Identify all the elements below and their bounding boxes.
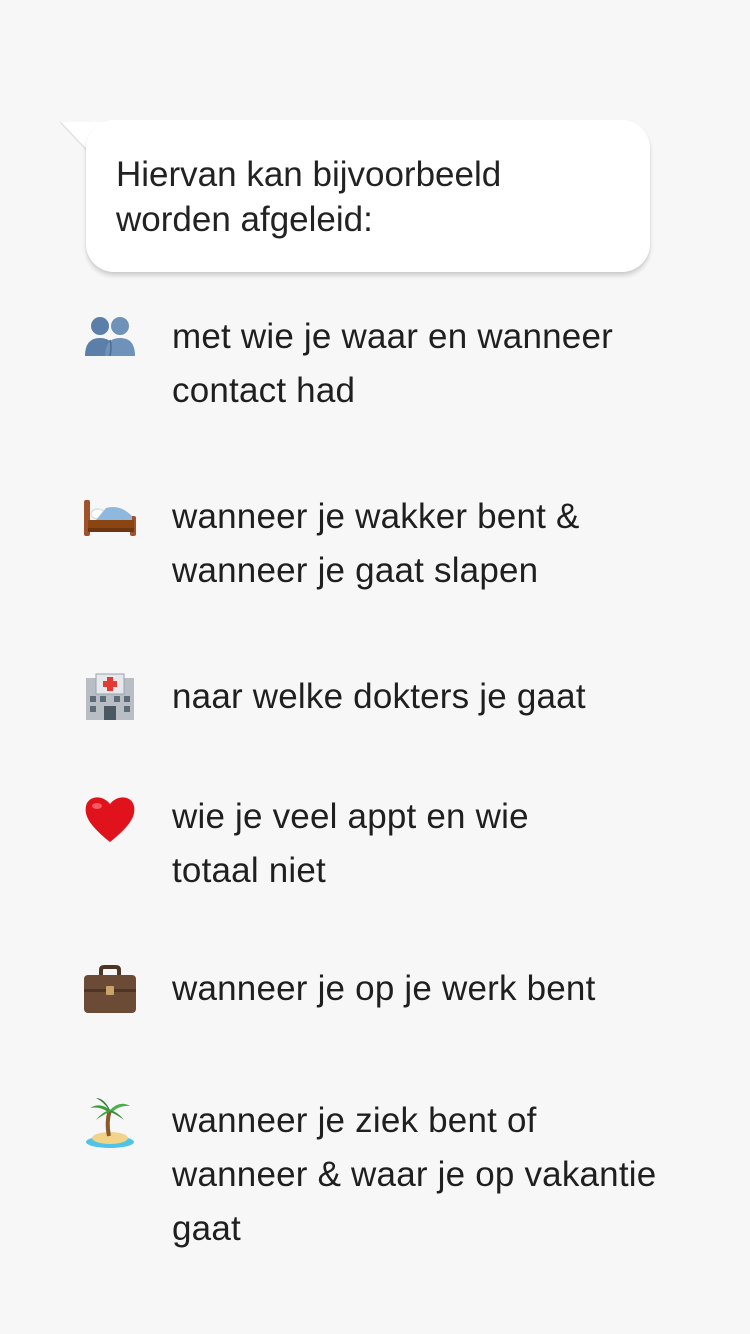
desert-island-icon — [82, 1094, 138, 1150]
briefcase-icon — [82, 962, 138, 1018]
item-text: wanneer je ziek bent of wanneer & waar j… — [172, 1101, 657, 1248]
two-people-icon — [82, 310, 138, 366]
item-text: wie je veel appt en wie totaal niet — [172, 797, 529, 890]
red-heart-icon — [82, 790, 138, 846]
hospital-icon — [82, 670, 138, 726]
privacy-list: met wie je waar en wanneer contact had w… — [0, 0, 750, 1334]
item-text: met wie je waar en wanneer contact had — [172, 317, 613, 410]
item-text: wanneer je wakker bent & wanneer je gaat… — [172, 497, 580, 590]
bed-icon — [82, 490, 138, 546]
item-text: naar welke dokters je gaat — [172, 677, 586, 716]
item-text: wanneer je op je werk bent — [172, 969, 596, 1008]
